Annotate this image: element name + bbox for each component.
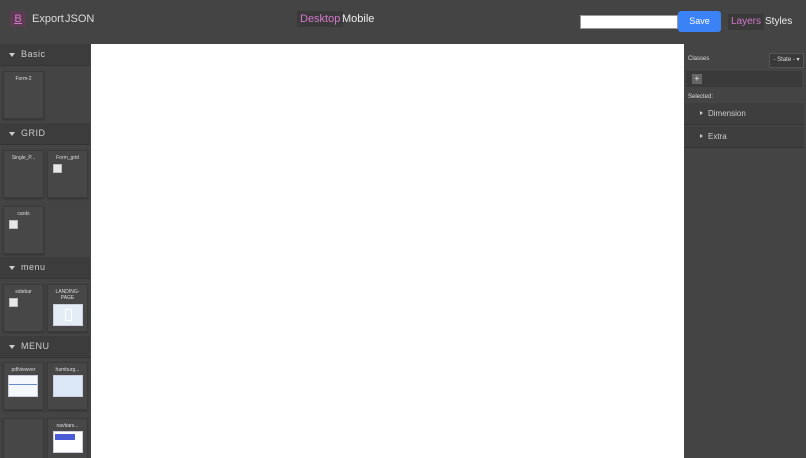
device-mobile-button[interactable]: Mobile [339,11,377,27]
plus-icon[interactable]: + [692,74,702,84]
selected-label: Selected: [688,94,714,100]
category-grid[interactable]: GRID [0,123,90,145]
block-cards[interactable]: cards [3,206,44,254]
block-navbars[interactable]: navbars... [47,418,88,458]
caret-down-icon [9,266,15,270]
category-basic[interactable]: Basic [0,44,90,66]
block-form-grid[interactable]: Form_grid [47,150,88,198]
json-button[interactable]: JSON [65,13,94,25]
save-button[interactable]: Save [678,11,721,32]
block-pdfviewver[interactable]: pdfviewver [3,362,44,410]
block-form-2[interactable]: Form-2 [3,71,44,119]
export-button[interactable]: Export [32,13,64,25]
broken-image-icon [9,298,18,307]
caret-down-icon [9,345,15,349]
block-single-p[interactable]: Single_P... [3,150,44,198]
block-empty[interactable] [3,418,44,458]
blocks-panel: Basic Form-2 GRID Single_P... Form_grid … [0,44,90,458]
search-input[interactable] [580,15,678,29]
style-manager-panel: Classes + Selected: Dimension Extra [685,44,806,458]
block-sidebar[interactable]: sidebar [3,284,44,332]
navbar-thumbnail [53,431,83,453]
caret-down-icon [9,132,15,136]
state-select[interactable]: - State - ▾ [769,53,804,68]
hamburger-thumbnail [53,375,83,397]
category-menu-upper[interactable]: MENU [0,336,90,358]
tab-styles[interactable]: Styles [762,14,795,30]
class-tags-box[interactable]: + [685,70,803,88]
editor-canvas[interactable] [91,44,684,458]
block-landing-page[interactable]: LANDING-PAGE [47,284,88,332]
landing-page-thumbnail [53,304,83,326]
sector-extra[interactable]: Extra [685,126,804,148]
top-bar: B Export JSON Desktop Mobile Save Layers… [0,0,806,44]
caret-right-icon [700,134,703,138]
caret-right-icon [700,111,703,115]
classes-label: Classes [688,56,710,62]
category-menu[interactable]: menu [0,257,90,279]
broken-image-icon [9,220,18,229]
device-desktop-button[interactable]: Desktop [297,11,344,27]
broken-image-icon [53,164,62,173]
sector-dimension[interactable]: Dimension [685,103,804,125]
pdfviewer-thumbnail [8,375,38,397]
block-hamburger[interactable]: hamburg... [47,362,88,410]
logo-icon[interactable]: B [10,11,26,27]
tab-layers[interactable]: Layers [728,14,765,30]
caret-down-icon [9,53,15,57]
